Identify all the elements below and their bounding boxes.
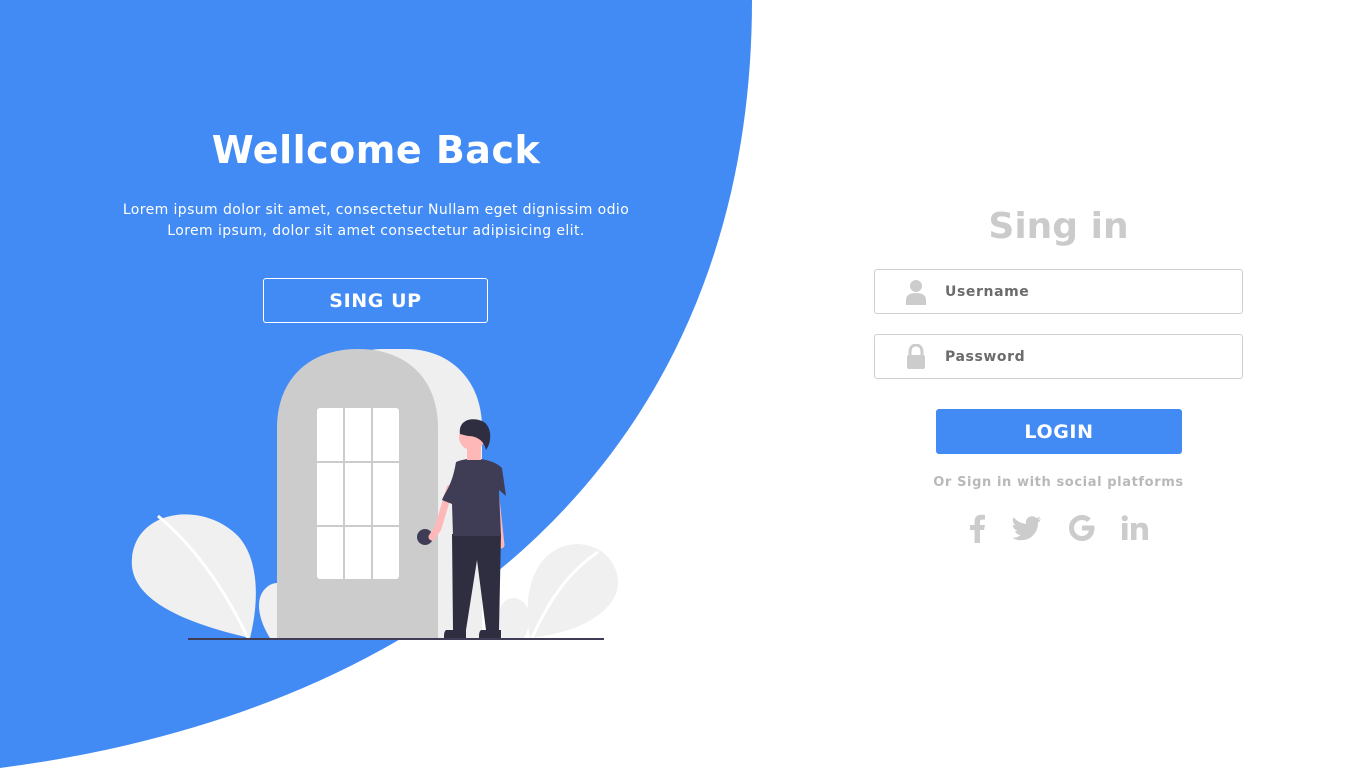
door-window-image (317, 408, 399, 579)
left-plant-image (131, 514, 296, 639)
login-button[interactable]: LOGIN (936, 409, 1182, 454)
password-input[interactable] (945, 341, 1205, 372)
google-icon[interactable] (1065, 511, 1099, 545)
username-input[interactable] (945, 276, 1205, 307)
login-page: Wellcome Back Lorem ipsum dolor sit amet… (0, 0, 1366, 768)
username-field[interactable] (874, 269, 1243, 314)
facebook-icon[interactable] (960, 511, 994, 545)
password-field[interactable] (874, 334, 1243, 379)
signup-button[interactable]: SING UP (263, 278, 488, 323)
user-icon (903, 279, 929, 305)
social-links (958, 511, 1158, 545)
linkedin-icon[interactable] (1118, 511, 1152, 545)
twitter-icon[interactable] (1010, 511, 1044, 545)
right-plant-image (498, 544, 618, 639)
signin-title: Sing in (988, 206, 1129, 247)
welcome-description: Lorem ipsum dolor sit amet, consectetur … (122, 202, 630, 239)
lock-icon (903, 343, 929, 370)
welcome-title: Wellcome Back (211, 128, 541, 172)
door-illustration (131, 349, 618, 640)
social-signin-text: Or Sign in with social platforms (933, 475, 1184, 490)
